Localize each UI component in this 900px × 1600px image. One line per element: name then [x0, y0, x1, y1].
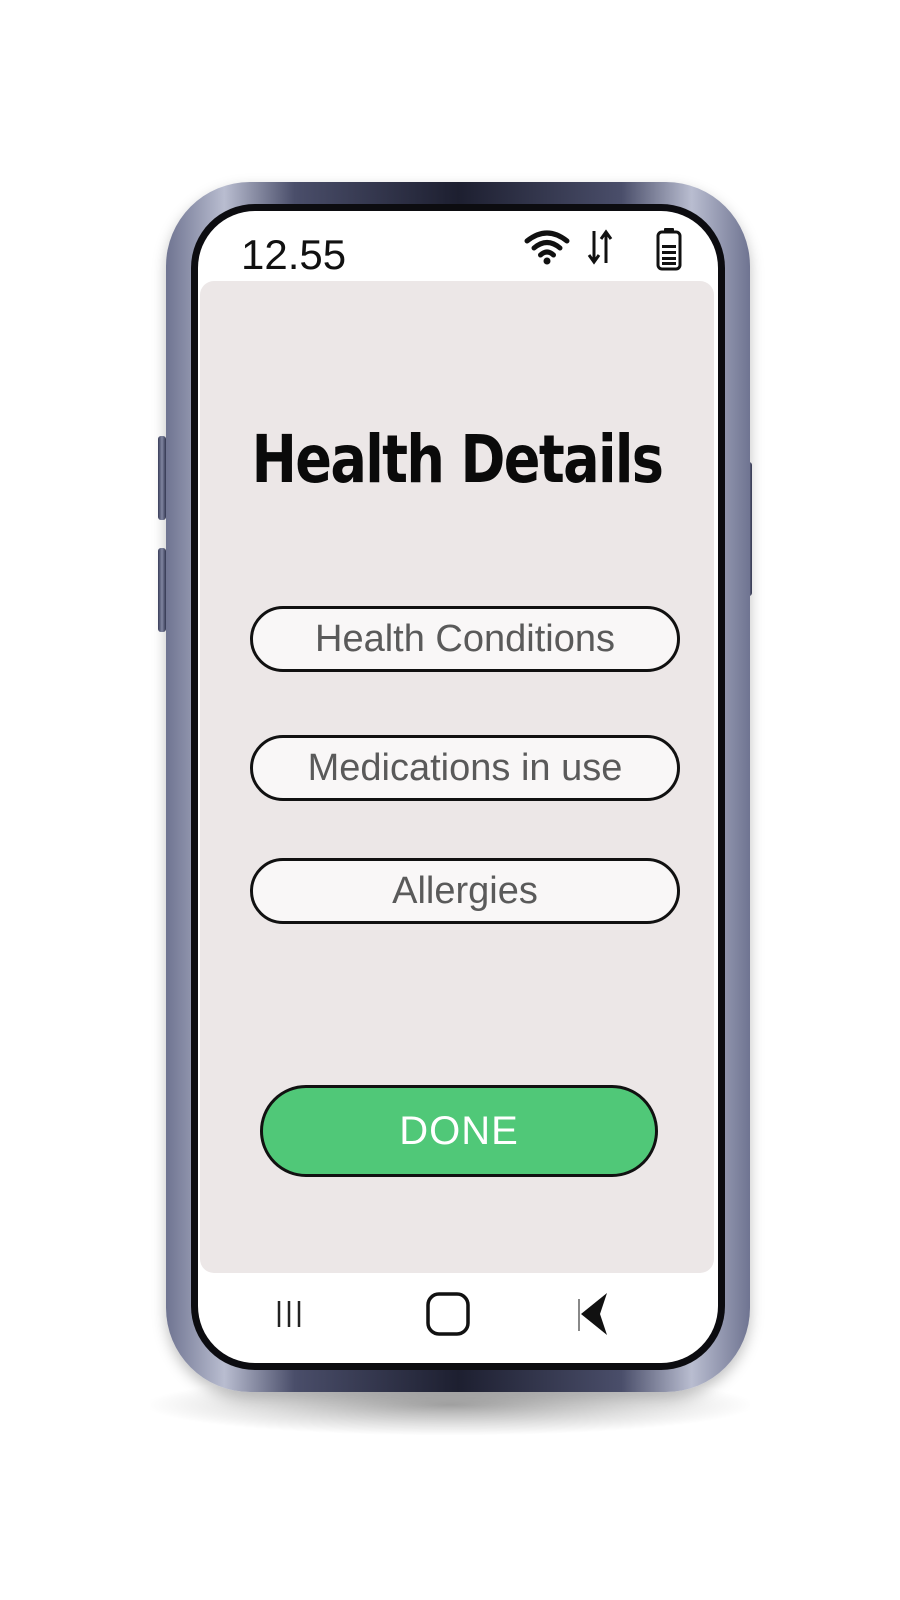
back-icon	[578, 1293, 607, 1335]
allergies-field[interactable]: Allergies	[250, 858, 680, 924]
health-conditions-field[interactable]: Health Conditions	[250, 606, 680, 672]
medications-field[interactable]: Medications in use	[250, 735, 680, 801]
page-title: Health Details	[251, 421, 664, 498]
volume-up-button	[158, 436, 166, 520]
home-button[interactable]	[422, 1289, 474, 1339]
navigation-bar	[198, 1279, 718, 1363]
status-time: 12.55	[241, 231, 347, 278]
volume-down-button	[158, 548, 166, 632]
health-details-panel: Health Details Health Conditions Medicat…	[200, 281, 714, 1273]
battery-icon	[656, 228, 682, 271]
back-button[interactable]	[570, 1289, 620, 1339]
done-button[interactable]: DONE	[260, 1085, 658, 1177]
home-icon	[426, 1292, 470, 1336]
recent-apps-button[interactable]	[264, 1289, 314, 1339]
phone-screen: 12.55 Health Details Health Conditions M…	[198, 211, 718, 1363]
wifi-icon	[524, 230, 570, 265]
data-transfer-icon	[587, 229, 613, 265]
recent-apps-icon	[277, 1301, 301, 1327]
